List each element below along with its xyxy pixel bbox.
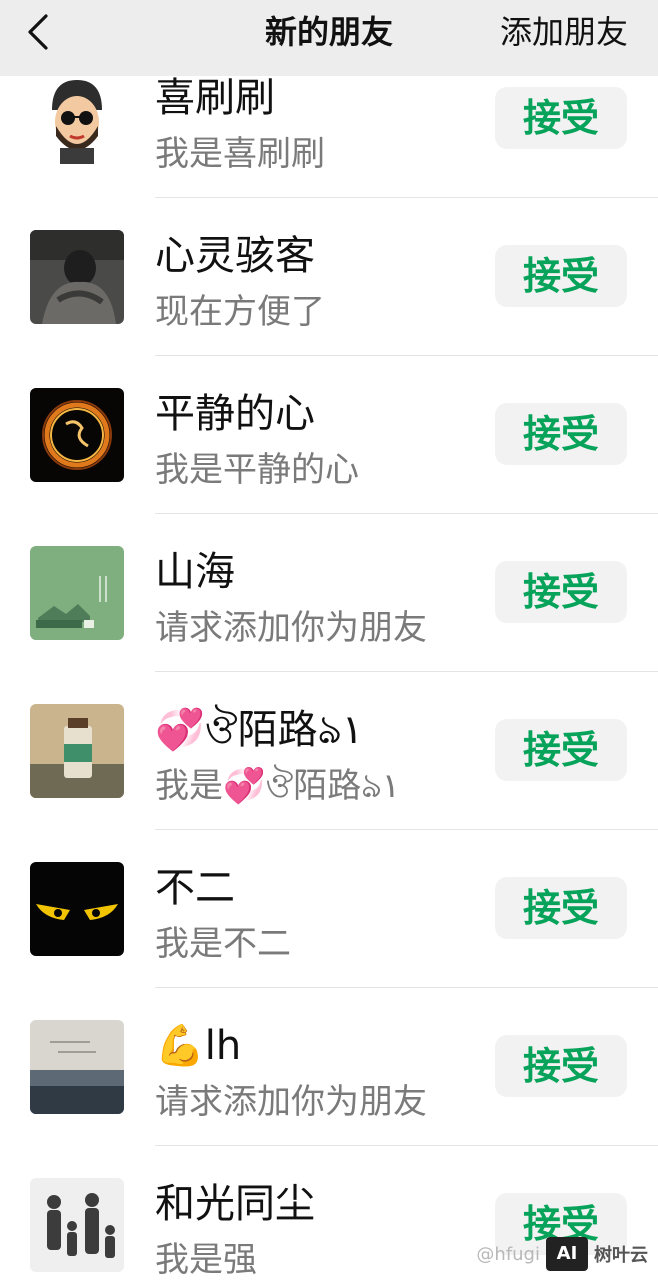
avatar[interactable]: [30, 1020, 124, 1114]
request-message: 我是💞ঔ陌路ঌ١: [155, 766, 400, 806]
friend-request-row[interactable]: 💪lh 请求添加你为朋友 接受: [0, 988, 658, 1146]
accept-button[interactable]: 接受: [495, 877, 627, 939]
friend-request-row[interactable]: 心灵骇客 现在方便了 接受: [0, 198, 658, 356]
avatar[interactable]: [30, 230, 124, 324]
avatar[interactable]: [30, 1178, 124, 1272]
watermark-logo: AI: [546, 1237, 588, 1271]
accept-button[interactable]: 接受: [495, 719, 627, 781]
watermark-handle: @hfugi: [476, 1243, 540, 1265]
avatar[interactable]: [30, 388, 124, 482]
avatar[interactable]: [30, 862, 124, 956]
request-message: 我是强: [155, 1240, 257, 1280]
request-message: 我是平静的心: [155, 450, 359, 490]
accept-button[interactable]: 接受: [495, 561, 627, 623]
friend-request-row[interactable]: 不二 我是不二 接受: [0, 830, 658, 988]
friend-request-list: 喜刷刷 我是喜刷刷 接受 心灵骇客 现在方便了 接受 平静的心 我是平静的心 接…: [0, 40, 658, 1280]
add-friend-button[interactable]: 添加朋友: [500, 12, 628, 52]
friend-request-row[interactable]: 山海 请求添加你为朋友 接受: [0, 514, 658, 672]
accept-button[interactable]: 接受: [495, 403, 627, 465]
request-message: 我是喜刷刷: [155, 134, 325, 174]
friend-name: 心灵骇客: [155, 233, 315, 279]
avatar[interactable]: [30, 546, 124, 640]
friend-name: 平静的心: [155, 391, 315, 437]
friend-name: 和光同尘: [155, 1181, 315, 1227]
watermark: @hfugi AI 树叶云: [476, 1236, 648, 1272]
accept-button[interactable]: 接受: [495, 245, 627, 307]
friend-request-row[interactable]: 💞ঔ陌路ঌ١ 我是💞ঔ陌路ঌ١ 接受: [0, 672, 658, 830]
top-nav-bar: 新的朋友 添加朋友: [0, 0, 658, 76]
friend-name: 喜刷刷: [155, 75, 275, 121]
friend-name: 不二: [155, 865, 235, 911]
request-message: 现在方便了: [155, 292, 325, 332]
accept-button[interactable]: 接受: [495, 87, 627, 149]
friend-request-row[interactable]: 平静的心 我是平静的心 接受: [0, 356, 658, 514]
avatar[interactable]: [30, 70, 124, 164]
accept-button[interactable]: 接受: [495, 1035, 627, 1097]
friend-name: 💪lh: [155, 1023, 242, 1069]
friend-name: 山海: [155, 549, 235, 595]
request-message: 我是不二: [155, 924, 291, 964]
back-chevron-icon[interactable]: [22, 14, 58, 50]
request-message: 请求添加你为朋友: [155, 1082, 427, 1122]
avatar[interactable]: [30, 704, 124, 798]
friend-name: 💞ঔ陌路ঌ١: [155, 707, 364, 753]
watermark-brand: 树叶云: [594, 1245, 648, 1266]
request-message: 请求添加你为朋友: [155, 608, 427, 648]
